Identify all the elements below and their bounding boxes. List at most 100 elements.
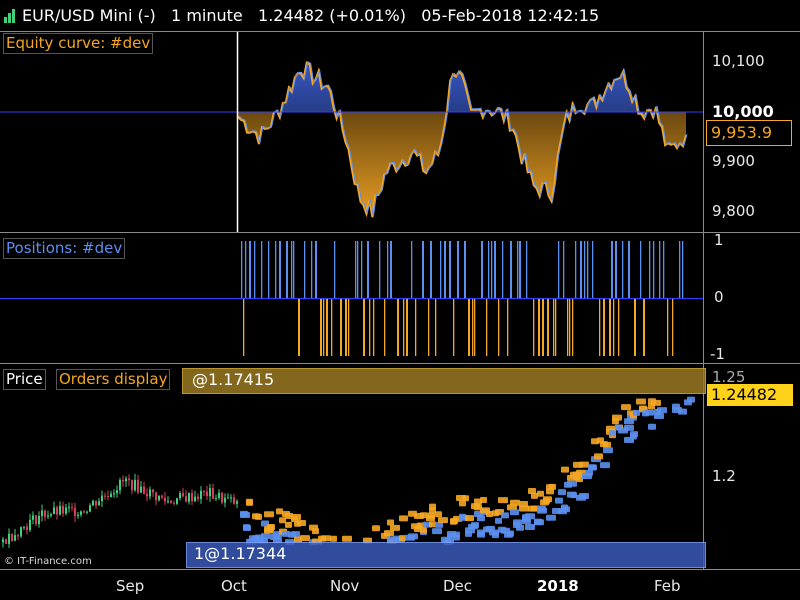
price-candle <box>167 500 169 502</box>
price-candle <box>35 515 37 525</box>
position-short-bar <box>415 298 417 356</box>
price-candle <box>71 507 73 509</box>
buy-order-marker <box>477 531 485 538</box>
equity-area-series <box>237 60 688 218</box>
sell-order-marker <box>312 528 319 535</box>
buy-order-marker <box>603 447 613 454</box>
buy-order-marker <box>537 507 547 514</box>
equity-y-tick: 9,900 <box>712 152 755 170</box>
price-candle <box>95 500 97 506</box>
price-candle <box>131 479 133 491</box>
position-short-bar <box>298 298 300 356</box>
price-candle <box>122 479 124 482</box>
price-candle <box>185 496 187 502</box>
price-candles <box>2 473 238 548</box>
position-long-bar <box>355 241 357 298</box>
position-long-bar <box>286 241 288 298</box>
buy-order-marker <box>525 523 535 530</box>
price-candle <box>20 527 22 537</box>
sell-order-marker <box>300 535 310 542</box>
sell-order-marker <box>399 515 408 522</box>
copyright-notice: © IT-Finance.com <box>4 556 92 567</box>
price-candle <box>236 501 238 504</box>
price-candle <box>107 496 109 498</box>
sell-order-marker <box>297 520 306 527</box>
position-long-bar <box>241 241 243 298</box>
price-candle <box>188 492 190 502</box>
position-long-bar <box>488 241 490 298</box>
sell-order-marker <box>576 476 583 483</box>
sell-order-marker <box>321 535 331 542</box>
buy-order-marker <box>585 469 593 476</box>
buy-order-marker <box>645 409 654 416</box>
price-candle <box>164 497 166 502</box>
buy-order-marker <box>513 519 522 526</box>
sell-order-marker <box>561 466 569 473</box>
position-short-bar <box>384 298 386 356</box>
buy-order-marker <box>495 517 502 524</box>
sell-order-marker <box>435 511 442 518</box>
price-candle <box>59 505 61 515</box>
price-candle <box>17 535 19 537</box>
sell-order-marker <box>255 513 262 520</box>
price-candle <box>26 526 28 531</box>
position-long-bar <box>268 241 270 298</box>
buy-order-marker <box>555 497 563 504</box>
position-long-bar <box>464 241 466 298</box>
buy-order-marker <box>648 423 656 430</box>
current-price-badge: 1.24482 <box>707 384 793 406</box>
position-short-bar <box>567 298 569 356</box>
sell-order-marker <box>276 508 283 515</box>
sell-order-marker <box>330 535 337 542</box>
price-candle <box>179 493 181 499</box>
buy-order-marker <box>507 530 514 537</box>
equity-panel-label[interactable]: Equity curve: #dev <box>3 33 154 54</box>
price-candle <box>89 505 91 512</box>
sell-order-marker <box>612 418 619 425</box>
position-short-bar <box>472 298 474 356</box>
buy-order-marker <box>630 433 637 440</box>
position-short-bar <box>331 298 333 356</box>
position-short-bar <box>320 298 322 356</box>
buy-order-marker <box>657 407 667 414</box>
position-short-bar <box>243 298 245 356</box>
price-candle <box>98 501 100 506</box>
sell-order-marker <box>603 441 611 448</box>
buy-order-marker <box>624 424 634 431</box>
sell-order-marker <box>651 399 661 406</box>
x-axis-tick: Feb <box>654 577 681 595</box>
position-long-bar <box>361 241 363 298</box>
chart-canvas[interactable] <box>0 0 800 600</box>
position-long-bar <box>663 241 665 298</box>
position-long-bar <box>387 241 389 298</box>
position-short-bar <box>599 298 601 356</box>
buy-order-marker <box>570 492 577 499</box>
price-candle <box>29 519 31 531</box>
price-candle <box>197 496 199 499</box>
position-short-bar <box>468 298 470 356</box>
position-long-bar <box>440 241 442 298</box>
sell-order-marker <box>498 497 508 504</box>
price-candle <box>221 492 223 503</box>
sell-order-marker <box>387 519 394 526</box>
buy-order-marker <box>687 396 695 403</box>
position-long-bar <box>293 241 295 298</box>
position-short-bar <box>609 298 611 356</box>
position-long-bar <box>422 241 424 298</box>
price-candle <box>32 515 34 520</box>
positions-panel-label[interactable]: Positions: #dev <box>3 238 126 259</box>
sell-order-marker <box>594 453 603 460</box>
price-candle <box>80 511 82 515</box>
price-panel-label[interactable]: Price <box>3 369 46 390</box>
equity-current-value: 9,953.9 <box>706 120 792 146</box>
orders-display-label[interactable]: Orders display <box>56 369 171 390</box>
price-candle <box>191 492 193 502</box>
position-short-bar <box>538 298 540 356</box>
position-long-bar <box>304 241 306 298</box>
buy-order-marker <box>558 489 566 496</box>
sell-order-marker <box>384 530 394 537</box>
buy-order-marker <box>465 530 472 537</box>
position-long-bar <box>311 241 313 298</box>
price-candle <box>224 497 226 503</box>
price-candle <box>230 497 232 499</box>
